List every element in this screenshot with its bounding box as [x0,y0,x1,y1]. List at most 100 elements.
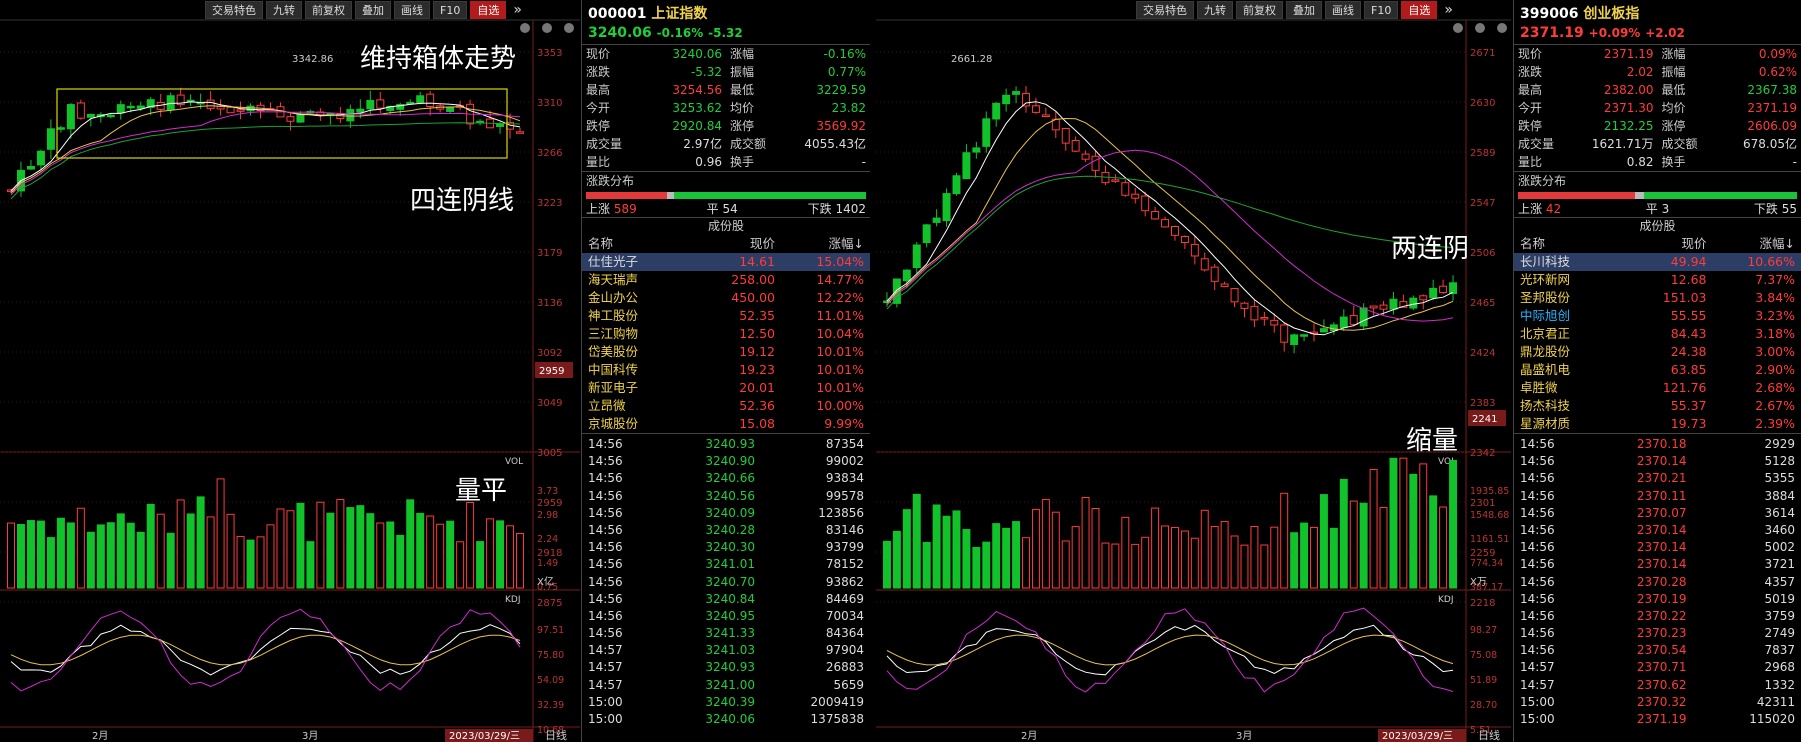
column-header[interactable]: 涨幅↓ [781,235,870,253]
candle[interactable] [932,217,941,223]
candle[interactable] [1071,140,1080,152]
constituent-row[interactable]: 晶盛机电 63.85 2.90% [1514,361,1801,379]
candle[interactable] [1240,302,1249,309]
candle[interactable] [116,104,125,114]
candle[interactable] [1041,114,1050,118]
constituent-row[interactable]: 长川科技 49.94 10.66% [1514,253,1801,271]
constituent-row[interactable]: 星源材质 19.73 2.39% [1514,415,1801,433]
toolbar-btn-1[interactable]: 九转 [1197,1,1233,19]
candle[interactable] [416,95,425,103]
settings-icon[interactable] [1453,23,1463,33]
period-label[interactable]: 日线 [545,728,567,742]
candle[interactable] [446,106,455,112]
candle[interactable] [46,128,55,150]
candlestick-chart-left[interactable]: 3353 3310 3266 3223 3179 3136 3092 3049 3005 2959… [0,0,580,742]
candle[interactable] [1022,92,1030,107]
candle[interactable] [26,165,35,170]
candle[interactable] [1210,266,1219,282]
candle[interactable] [496,123,505,127]
candlestick-chart-right[interactable]: 2671 2630 2589 2547 2506 2465 2424 2383 2342 2301… [876,0,1511,742]
candle[interactable] [892,278,901,304]
candle[interactable] [1349,315,1358,325]
candle[interactable] [1161,219,1170,228]
constituent-row[interactable]: 立昂微 52.36 10.00% [582,397,870,415]
constituent-row[interactable]: 北京君正 84.43 3.18% [1514,325,1801,343]
toolbar-btn-4[interactable]: 画线 [1325,1,1361,19]
toolbar-btn-3[interactable]: 叠加 [355,1,391,19]
candle[interactable] [56,127,65,130]
candle[interactable] [36,150,45,166]
constituent-row[interactable]: 光环新网 12.68 7.37% [1514,271,1801,289]
candle[interactable] [1379,304,1388,310]
candle[interactable] [1111,179,1120,182]
help-icon[interactable] [542,23,552,33]
constituent-row[interactable]: 中际旭创 55.55 3.23% [1514,307,1801,325]
column-header[interactable]: 现价 [692,235,781,253]
toolbar-btn-3[interactable]: 叠加 [1286,1,1322,19]
toolbar-btn-2[interactable]: 前复权 [1236,1,1283,19]
candle[interactable] [1389,298,1398,310]
candle[interactable] [1180,236,1189,244]
candle[interactable] [366,100,375,110]
candle[interactable] [952,175,961,195]
toolbar-btn-0[interactable]: 交易特色 [1136,1,1194,19]
constituent-row[interactable]: 三江购物 12.50 10.04% [582,325,870,343]
candle[interactable] [1429,287,1438,299]
constituent-row[interactable]: 金山办公 450.00 12.22% [582,289,870,307]
candle[interactable] [1319,328,1328,333]
candle[interactable] [1280,324,1289,343]
candle[interactable] [236,109,245,112]
candle[interactable] [1061,127,1070,144]
candle[interactable] [286,116,295,122]
candle[interactable] [1081,153,1090,160]
candle[interactable] [296,114,305,123]
candle[interactable] [992,102,1001,120]
candle[interactable] [912,244,921,269]
candle[interactable] [1449,282,1458,294]
candle[interactable] [1300,334,1309,337]
toolbar-btn-5[interactable]: F10 [433,1,468,19]
candle[interactable] [1290,334,1299,345]
candle[interactable] [1339,316,1348,328]
toolbar-btn-6[interactable]: 自选 [470,1,507,19]
candle[interactable] [226,106,235,114]
candle[interactable] [76,102,85,119]
column-header[interactable]: 涨幅↓ [1713,235,1801,253]
candle[interactable] [1131,193,1140,199]
candle[interactable] [106,114,115,118]
candle[interactable] [902,269,911,282]
toolbar-btn-6[interactable]: 自选 [1401,1,1438,19]
column-header[interactable]: 名称 [1514,235,1624,253]
candle[interactable] [426,93,435,107]
candle[interactable] [206,99,215,109]
candle[interactable] [1369,305,1378,309]
candle[interactable] [982,118,991,147]
toolbar-btn-4[interactable]: 画线 [394,1,430,19]
candle[interactable] [1121,182,1130,196]
candle[interactable] [1002,94,1011,105]
constituent-row[interactable]: 海天瑞声 258.00 14.77% [582,271,870,289]
candle[interactable] [346,109,355,122]
candle[interactable] [1151,211,1160,220]
candle[interactable] [1031,105,1040,113]
close-icon[interactable] [1497,23,1507,33]
settings-icon[interactable] [520,23,530,33]
candle[interactable] [1409,297,1418,309]
help-icon[interactable] [1475,23,1485,33]
candle[interactable] [942,193,951,222]
candle[interactable] [1190,243,1199,257]
constituent-row[interactable]: 仕佳光子 14.61 15.04% [582,253,870,271]
candle[interactable] [66,104,75,130]
candle[interactable] [136,105,145,109]
constituent-row[interactable]: 扬杰科技 55.37 2.67% [1514,397,1801,415]
constituent-row[interactable]: 卓胜微 121.76 2.68% [1514,379,1801,397]
toolbar-btn-1[interactable]: 九转 [266,1,302,19]
candle[interactable] [86,113,95,118]
candle[interactable] [126,105,135,109]
toolbar-btn-5[interactable]: F10 [1364,1,1399,19]
candle[interactable] [922,224,931,244]
toolbar-btn-0[interactable]: 交易特色 [205,1,263,19]
constituent-row[interactable]: 京城股份 15.08 9.99% [582,415,870,433]
expand-icon[interactable]: » [509,1,526,19]
constituent-row[interactable]: 新亚电子 20.01 10.01% [582,379,870,397]
